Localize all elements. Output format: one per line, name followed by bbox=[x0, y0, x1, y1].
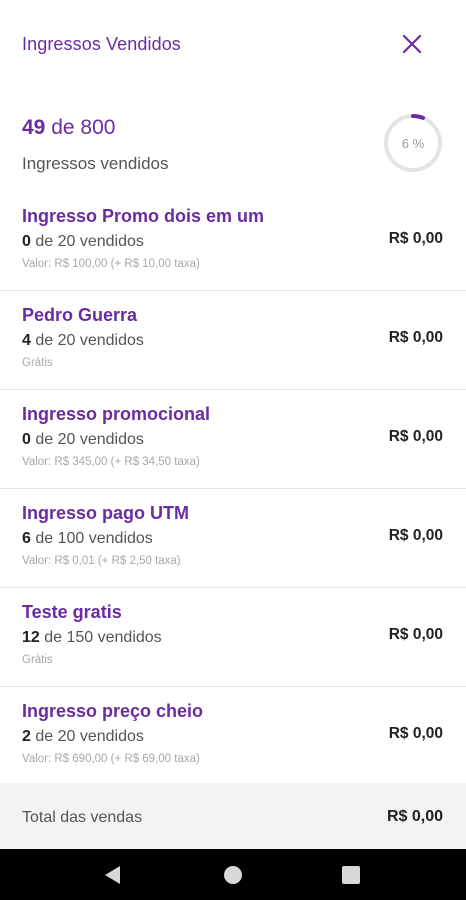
sales-total-label: Total das vendas bbox=[22, 809, 143, 826]
sales-summary: 49 de 800 Ingressos vendidos 6 % bbox=[0, 92, 466, 192]
ticket-sold-count: 6 bbox=[22, 530, 31, 547]
ticket-price-info: Grátis bbox=[22, 357, 53, 369]
ticket-price-info: Valor: R$ 345,00 (+ R$ 34,50 taxa) bbox=[22, 456, 200, 468]
ticket-sold: 4 de 20 vendidos bbox=[22, 332, 144, 350]
ticket-price-info: Valor: R$ 690,00 (+ R$ 69,00 taxa) bbox=[22, 753, 200, 765]
back-triangle-icon bbox=[105, 866, 120, 884]
ticket-total: R$ 0,00 bbox=[388, 527, 443, 544]
ticket-row[interactable]: Ingresso preço cheio 2 de 20 vendidos Va… bbox=[0, 687, 466, 783]
ticket-total: R$ 0,00 bbox=[388, 626, 443, 643]
ticket-name: Ingresso Promo dois em um bbox=[22, 206, 265, 226]
ticket-sold: 0 de 20 vendidos bbox=[22, 233, 144, 251]
ticket-capacity: de 20 vendidos bbox=[35, 431, 144, 448]
ticket-row[interactable]: Ingresso pago UTM 6 de 100 vendidos Valo… bbox=[0, 489, 466, 588]
ticket-total: R$ 0,00 bbox=[388, 725, 443, 742]
sold-count: 49 de 800 bbox=[22, 116, 115, 140]
ticket-capacity: de 20 vendidos bbox=[35, 728, 144, 745]
ticket-sold-count: 12 bbox=[22, 629, 40, 646]
home-button[interactable] bbox=[221, 863, 245, 887]
ticket-name: Ingresso preço cheio bbox=[22, 701, 204, 721]
ticket-sold: 2 de 20 vendidos bbox=[22, 728, 144, 746]
close-button[interactable] bbox=[396, 28, 428, 60]
ticket-price-info: Grátis bbox=[22, 654, 53, 666]
ticket-capacity: de 20 vendidos bbox=[35, 233, 144, 250]
ticket-total: R$ 0,00 bbox=[388, 230, 443, 247]
ticket-name: Pedro Guerra bbox=[22, 305, 138, 325]
close-icon bbox=[402, 34, 422, 54]
ticket-price-info: Valor: R$ 100,00 (+ R$ 10,00 taxa) bbox=[22, 258, 200, 270]
ticket-sold-count: 0 bbox=[22, 233, 31, 250]
screen: Ingressos Vendidos 49 de 800 Ingressos v… bbox=[0, 0, 466, 900]
ticket-sold: 12 de 150 vendidos bbox=[22, 629, 162, 647]
ticket-price-info: Valor: R$ 0,01 (+ R$ 2,50 taxa) bbox=[22, 555, 181, 567]
recents-button[interactable] bbox=[339, 863, 363, 887]
sold-label: Ingressos vendidos bbox=[22, 154, 169, 173]
progress-percent: 6 % bbox=[401, 135, 425, 151]
back-button[interactable] bbox=[101, 863, 125, 887]
header: Ingressos Vendidos bbox=[0, 0, 466, 92]
ticket-capacity: de 20 vendidos bbox=[35, 332, 144, 349]
recents-square-icon bbox=[342, 866, 360, 884]
ticket-row[interactable]: Ingresso promocional 0 de 20 vendidos Va… bbox=[0, 390, 466, 489]
sold-of: de bbox=[51, 116, 75, 139]
ticket-row[interactable]: Teste gratis 12 de 150 vendidos Grátis R… bbox=[0, 588, 466, 687]
page-title: Ingressos Vendidos bbox=[22, 34, 181, 54]
ticket-name: Teste gratis bbox=[22, 602, 122, 622]
ticket-capacity: de 100 vendidos bbox=[35, 530, 153, 547]
ticket-name: Ingresso promocional bbox=[22, 404, 211, 424]
ticket-sold: 6 de 100 vendidos bbox=[22, 530, 153, 548]
ticket-name: Ingresso pago UTM bbox=[22, 503, 190, 523]
sales-total-value: R$ 0,00 bbox=[386, 808, 443, 825]
ticket-row[interactable]: Ingresso Promo dois em um 0 de 20 vendid… bbox=[0, 192, 466, 291]
system-navigation-bar bbox=[0, 849, 466, 900]
ticket-sold: 0 de 20 vendidos bbox=[22, 431, 144, 449]
ticket-row[interactable]: Pedro Guerra 4 de 20 vendidos Grátis R$ … bbox=[0, 291, 466, 390]
ticket-sold-count: 0 bbox=[22, 431, 31, 448]
ticket-capacity: de 150 vendidos bbox=[44, 629, 162, 646]
sold-number: 49 bbox=[22, 116, 46, 139]
ticket-total: R$ 0,00 bbox=[388, 428, 443, 445]
ticket-sold-count: 2 bbox=[22, 728, 31, 745]
ticket-total: R$ 0,00 bbox=[388, 329, 443, 346]
sales-total-bar: Total das vendas R$ 0,00 bbox=[0, 783, 466, 849]
capacity-total: 800 bbox=[80, 116, 116, 139]
ticket-sold-count: 4 bbox=[22, 332, 31, 349]
home-circle-icon bbox=[224, 866, 242, 884]
